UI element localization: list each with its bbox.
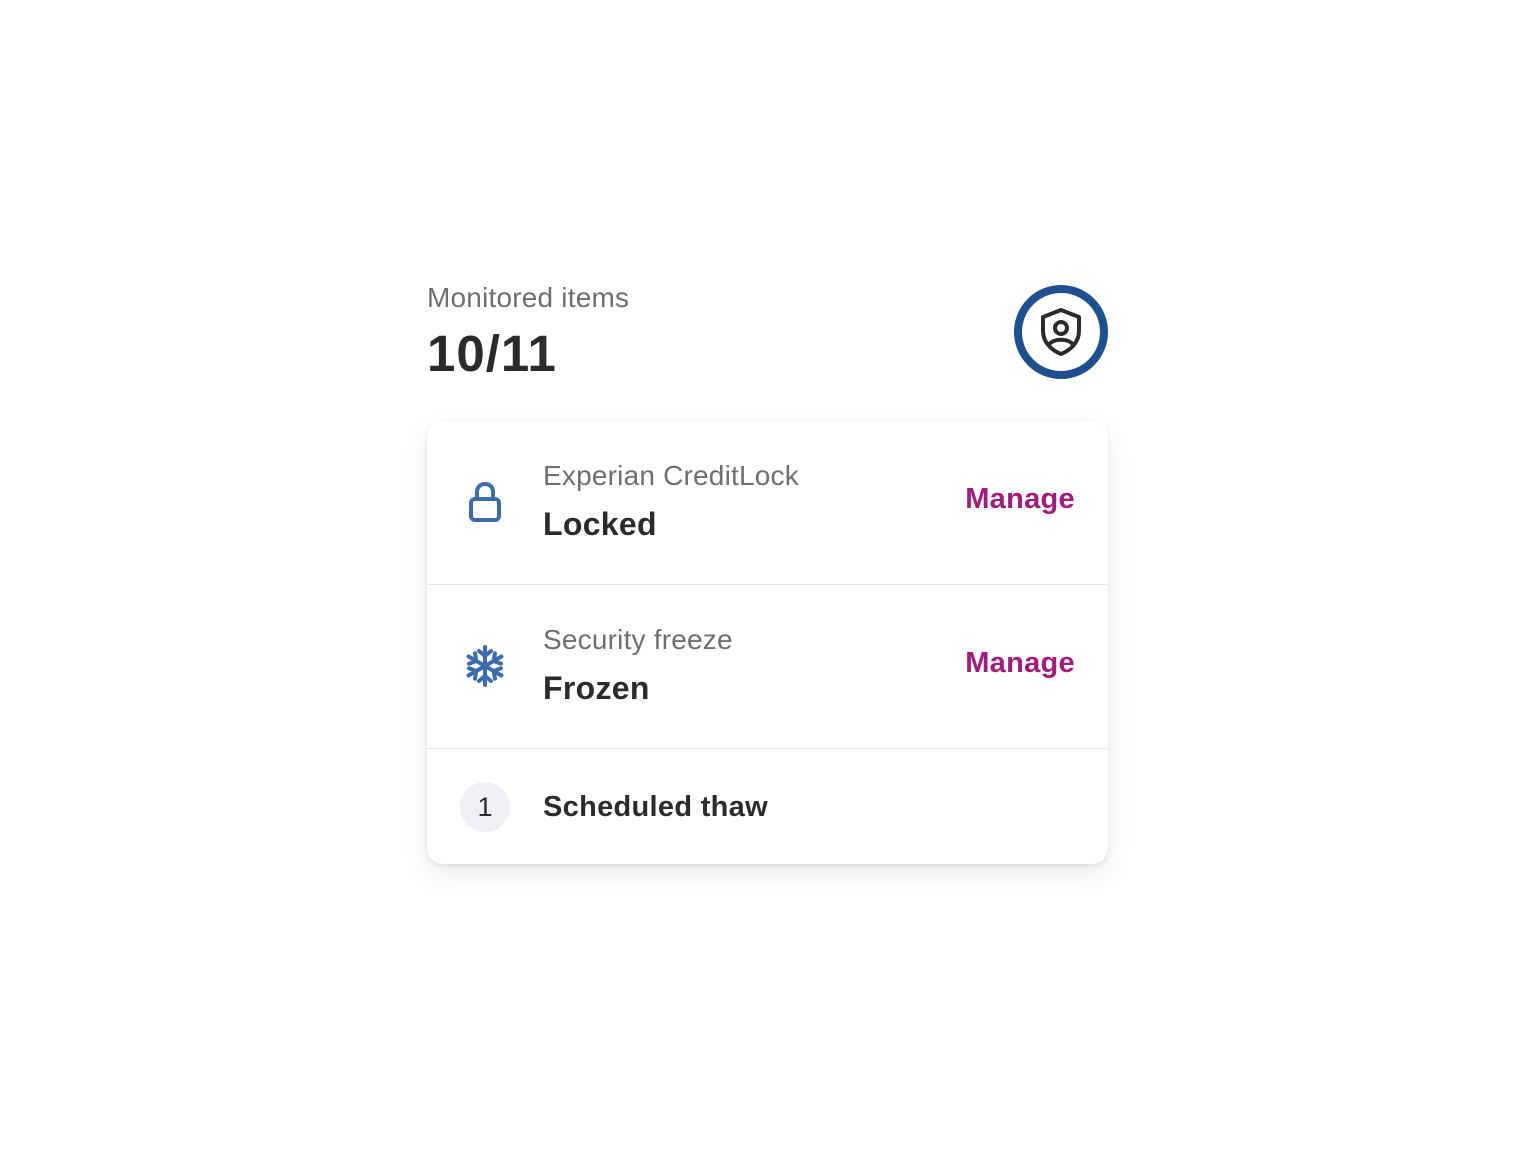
list-item-scheduled-thaw[interactable]: 1 Scheduled thaw	[427, 749, 1108, 864]
scheduled-thaw-label: Scheduled thaw	[543, 791, 768, 823]
list-item-creditlock: Experian CreditLock Locked Manage	[427, 421, 1108, 585]
security-freeze-status: Frozen	[543, 670, 650, 706]
shield-user-icon	[1014, 285, 1108, 379]
list-item-security-freeze: Security freeze Frozen Manage	[427, 585, 1108, 749]
creditlock-text: Experian CreditLock Locked	[543, 459, 799, 544]
security-freeze-text: Security freeze Frozen	[543, 623, 733, 708]
security-status-card: Experian CreditLock Locked Manage Securi…	[427, 421, 1108, 864]
manage-security-freeze-link[interactable]: Manage	[965, 647, 1075, 680]
manage-creditlock-link[interactable]: Manage	[965, 483, 1075, 516]
creditlock-status: Locked	[543, 506, 657, 542]
monitored-items-label: Monitored items	[427, 282, 630, 313]
creditlock-title: Experian CreditLock	[543, 460, 799, 491]
security-freeze-title: Security freeze	[543, 624, 733, 655]
lock-icon	[460, 477, 510, 527]
widget-header: Monitored items 10/11	[427, 270, 1108, 420]
scheduled-thaw-count-badge: 1	[460, 782, 510, 832]
snowflake-icon	[460, 641, 510, 691]
monitored-items-widget: Monitored items 10/11 Experian CreditLoc…	[427, 270, 1108, 864]
monitored-items-count: 10/11	[427, 325, 557, 382]
